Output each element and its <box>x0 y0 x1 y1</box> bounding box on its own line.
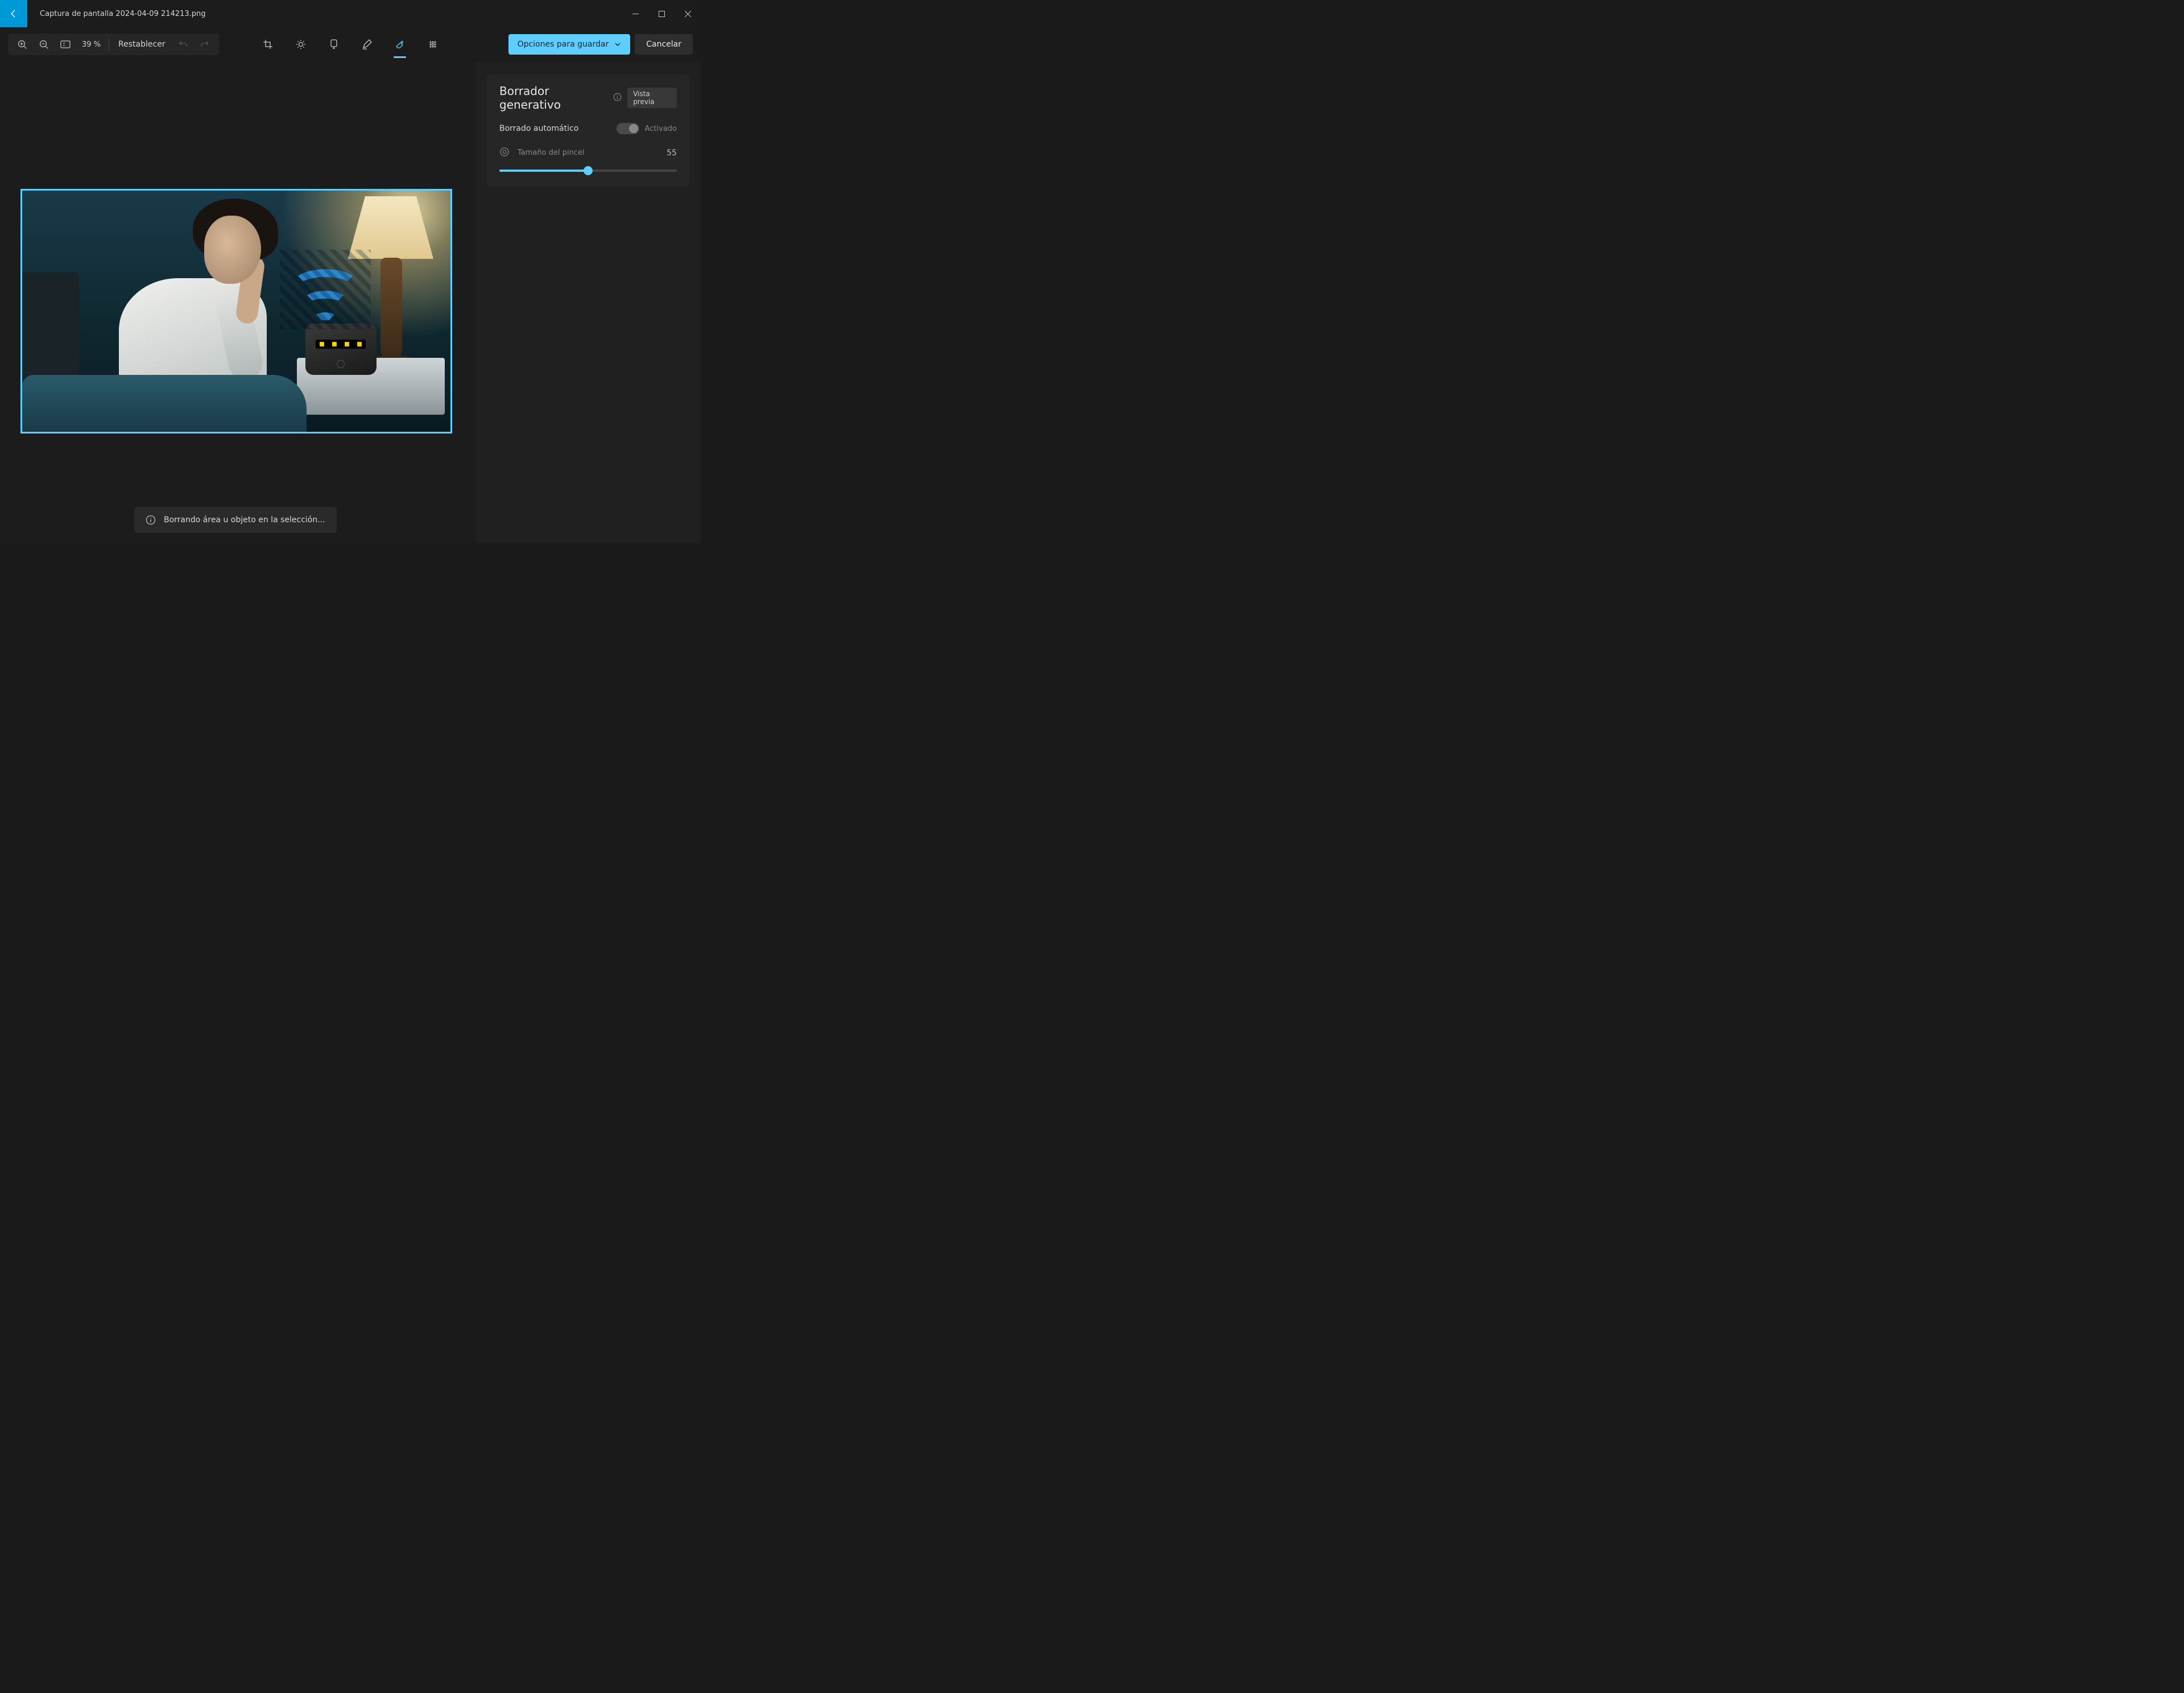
zoom-out-icon <box>39 40 49 49</box>
photos-editor-window: Captura de pantalla 2024-04-09 214213.pn… <box>0 0 701 543</box>
filter-tool[interactable] <box>324 33 344 56</box>
action-buttons-group: Opciones para guardar Cancelar <box>508 34 693 55</box>
info-icon <box>613 93 622 101</box>
redo-icon <box>200 40 209 49</box>
brightness-icon <box>296 39 306 49</box>
zoom-out-button[interactable] <box>33 34 55 55</box>
router-device <box>305 324 377 375</box>
generative-erase-panel: Borrador generativo Vista previa Borrado… <box>487 74 689 187</box>
minimize-icon <box>632 11 639 17</box>
eraser-sparkle-icon <box>394 39 406 50</box>
maximize-icon <box>659 11 665 17</box>
auto-erase-state: Activado <box>645 125 677 133</box>
brush-target-icon <box>499 147 510 159</box>
brush-size-value: 55 <box>667 148 677 158</box>
undo-button[interactable] <box>172 34 194 55</box>
zoom-percentage: 39 % <box>76 40 106 49</box>
editor-toolbar: 39 % Restablecer <box>0 27 701 61</box>
auto-erase-row: Borrado automático Activado <box>499 123 677 134</box>
close-button[interactable] <box>675 5 701 23</box>
slider-fill <box>499 170 588 172</box>
filter-icon <box>329 39 338 49</box>
router-led-icon <box>357 342 362 346</box>
chevron-down-icon <box>614 41 621 48</box>
zoom-toolbar-group: 39 % Restablecer <box>8 34 219 55</box>
router-led-icon <box>345 342 349 346</box>
close-icon <box>685 11 691 17</box>
background-tool[interactable] <box>423 33 442 56</box>
arrow-left-icon <box>9 9 18 18</box>
info-icon <box>146 515 156 525</box>
fit-to-screen-button[interactable] <box>55 34 76 55</box>
undo-icon <box>179 40 188 49</box>
markup-tool[interactable] <box>357 33 377 56</box>
router-power-icon <box>337 360 345 368</box>
background-blur-icon <box>428 39 438 49</box>
window-title: Captura de pantalla 2024-04-09 214213.pn… <box>27 10 205 18</box>
toast-message: Borrando área u objeto en la selección..… <box>164 515 325 525</box>
router-led-icon <box>332 342 337 346</box>
adjust-tool[interactable] <box>291 33 311 56</box>
panel-header: Borrador generativo Vista previa <box>499 84 677 112</box>
bed-shape <box>22 375 307 432</box>
preview-badge: Vista previa <box>627 88 677 109</box>
erase-tool[interactable] <box>390 33 410 56</box>
image-content <box>22 191 450 432</box>
maximize-button[interactable] <box>648 5 675 23</box>
zoom-in-icon <box>18 40 27 49</box>
reset-button[interactable]: Restablecer <box>111 34 172 55</box>
zoom-in-button[interactable] <box>11 34 33 55</box>
slider-thumb[interactable] <box>584 166 593 175</box>
canvas-area[interactable]: Borrando área u objeto en la selección..… <box>0 63 475 543</box>
redo-button[interactable] <box>194 34 216 55</box>
edit-tools-group <box>258 33 442 56</box>
save-label: Opciones para guardar <box>518 40 609 49</box>
status-toast: Borrando área u objeto en la selección..… <box>134 507 337 533</box>
minimize-button[interactable] <box>622 5 648 23</box>
panel-title: Borrador generativo <box>499 84 607 112</box>
cancel-button[interactable]: Cancelar <box>635 34 693 55</box>
side-panel: Borrador generativo Vista previa Borrado… <box>475 63 701 543</box>
window-controls <box>622 5 701 23</box>
auto-erase-label: Borrado automático <box>499 124 578 133</box>
editor-main: Borrando área u objeto en la selección..… <box>0 63 701 543</box>
lamp-base <box>380 258 402 360</box>
back-button[interactable] <box>0 0 27 27</box>
title-bar: Captura de pantalla 2024-04-09 214213.pn… <box>0 0 701 27</box>
brush-size-row: Tamaño del pincel 55 <box>499 147 677 159</box>
info-button[interactable] <box>613 93 622 104</box>
brush-size-label: Tamaño del pincel <box>518 148 585 158</box>
fit-screen-icon <box>60 40 71 48</box>
crop-icon <box>263 39 273 49</box>
auto-erase-toggle[interactable] <box>617 123 639 134</box>
save-options-button[interactable]: Opciones para guardar <box>508 34 631 55</box>
headboard-shape <box>22 272 79 386</box>
router-led-icon <box>320 342 324 346</box>
image-frame[interactable] <box>20 189 452 433</box>
pen-icon <box>362 39 372 49</box>
brush-size-slider[interactable] <box>499 165 677 176</box>
router-screen <box>316 340 366 349</box>
crop-tool[interactable] <box>258 33 278 56</box>
